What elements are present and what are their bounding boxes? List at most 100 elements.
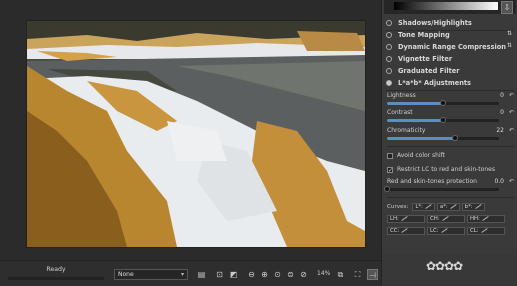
curve-line-icon xyxy=(441,216,449,221)
checkbox-box[interactable] xyxy=(387,152,393,159)
checkbox-label: Avoid color shift xyxy=(397,152,445,159)
curve-ch-button[interactable]: CH: xyxy=(427,214,465,223)
curve-l-button[interactable]: L*: xyxy=(412,202,435,211)
lightness-value[interactable]: 0 xyxy=(500,92,504,99)
panel-footer: ✿✿✿✿ xyxy=(382,254,517,285)
tool-shadows-highlights[interactable]: Shadows/Highlights xyxy=(386,17,514,29)
tool-vignette-filter[interactable]: Vignette Filter xyxy=(386,53,514,65)
checkbox-box[interactable]: ✓ xyxy=(387,166,393,173)
curve-label: CH: xyxy=(430,215,440,222)
lightness-label: Lightness xyxy=(387,92,416,99)
tool-label: Dynamic Range Compression xyxy=(398,43,506,51)
reset-icon[interactable]: ↶ xyxy=(509,109,514,116)
bottom-toolbar: Ready None ▾ ▤ ⊡ ◩ ⊖ ⊕ ⊙ ⊜ ⊘ 14% ⧉ ⛶ ⊣ xyxy=(0,260,381,286)
curve-line-icon xyxy=(474,204,482,209)
curve-label: LC: xyxy=(430,227,439,234)
divider xyxy=(386,197,514,198)
curve-line-icon xyxy=(482,216,489,221)
zoom-fit-icon[interactable]: ⊙ xyxy=(272,269,283,280)
divider xyxy=(386,90,514,91)
tool-label: Tone Mapping xyxy=(398,31,450,39)
status-area: Ready xyxy=(8,266,104,280)
avoid-color-shift-checkbox[interactable]: Avoid color shift xyxy=(387,152,445,159)
tool-enable-icon[interactable] xyxy=(386,80,392,86)
red-skin-protection-label: Red and skin-tones protection xyxy=(387,178,477,185)
before-after-icon[interactable]: ▤ xyxy=(196,269,207,280)
divider xyxy=(386,146,514,147)
curve-line-icon xyxy=(401,228,409,233)
slider-knob[interactable] xyxy=(384,186,390,192)
curve-line-icon xyxy=(440,228,448,233)
zoom-in-icon[interactable]: ⊕ xyxy=(259,269,270,280)
restrict-lc-checkbox[interactable]: ✓ Restrict LC to red and skin-tones xyxy=(387,166,495,173)
slider-knob[interactable] xyxy=(440,100,446,106)
reset-icon[interactable]: ↶ xyxy=(509,127,514,134)
chromaticity-label: Chromaticity xyxy=(387,127,426,134)
curves-row-2: LH: CH: HH: xyxy=(387,214,513,223)
curve-line-icon xyxy=(450,204,457,209)
tool-label: L*a*b* Adjustments xyxy=(398,79,471,87)
curve-lc-button[interactable]: LC: xyxy=(427,226,465,235)
fullscreen-icon[interactable]: ⛶ xyxy=(352,269,363,280)
curve-hh-button[interactable]: HH: xyxy=(467,214,505,223)
reset-icon[interactable]: ↶ xyxy=(509,178,514,185)
photo-preview[interactable] xyxy=(27,21,365,247)
zoom-out-icon[interactable]: ⊖ xyxy=(246,269,257,280)
right-tool-panel: ⇩ Shadows/Highlights Tone Mapping ⇅ Dynam… xyxy=(381,0,517,285)
curve-label: a*: xyxy=(439,203,448,210)
chromaticity-value[interactable]: 22 xyxy=(496,127,504,134)
auto-icon[interactable]: ⇅ xyxy=(507,42,512,49)
red-skin-protection-value[interactable]: 0.0 xyxy=(494,178,504,185)
contrast-label: Contrast xyxy=(387,109,413,116)
curve-label: HH: xyxy=(470,215,480,222)
red-skin-protection-slider[interactable] xyxy=(384,186,499,192)
curve-label: LH: xyxy=(390,215,399,222)
tool-enable-icon[interactable] xyxy=(386,44,392,50)
histogram-bar: ⇩ xyxy=(384,0,516,14)
zoom-level: 14% xyxy=(317,270,331,277)
tool-enable-icon[interactable] xyxy=(386,68,392,74)
reset-icon[interactable]: ↶ xyxy=(509,92,514,99)
curve-label: L*: xyxy=(415,203,423,210)
slider-knob[interactable] xyxy=(440,117,446,123)
histogram-menu-icon[interactable]: ⇩ xyxy=(501,1,513,14)
zoom-100-icon[interactable]: ⊜ xyxy=(285,269,296,280)
image-preview-area xyxy=(0,0,381,260)
profile-value: None xyxy=(118,271,134,278)
crop-icon[interactable]: ⊡ xyxy=(214,269,225,280)
output-profile-select[interactable]: None ▾ xyxy=(114,269,188,280)
contrast-slider[interactable] xyxy=(387,117,499,123)
lightness-slider[interactable] xyxy=(387,100,499,106)
color-picker-icon[interactable]: ◩ xyxy=(228,269,239,280)
curve-lh-button[interactable]: LH: xyxy=(387,214,425,223)
auto-icon[interactable]: ⇅ xyxy=(507,30,512,37)
toggle-panel-icon[interactable]: ⊣ xyxy=(367,269,378,280)
tool-lab-adjustments[interactable]: L*a*b* Adjustments xyxy=(386,77,514,89)
tool-enable-icon[interactable] xyxy=(386,56,392,62)
histogram-gradient xyxy=(394,2,498,10)
slider-knob[interactable] xyxy=(452,135,459,141)
tool-label: Vignette Filter xyxy=(398,55,453,63)
curve-a-button[interactable]: a*: xyxy=(436,202,460,211)
tool-enable-icon[interactable] xyxy=(386,32,392,38)
curve-cl-button[interactable]: CL: xyxy=(467,226,505,235)
curve-b-button[interactable]: b*: xyxy=(461,202,485,211)
curve-line-icon xyxy=(425,204,432,209)
tool-enable-icon[interactable] xyxy=(386,20,392,26)
zoom-fill-icon[interactable]: ⊘ xyxy=(298,269,309,280)
curve-label: b*: xyxy=(464,203,473,210)
app-logo: ✿✿✿✿ xyxy=(426,259,463,273)
tool-graduated-filter[interactable]: Graduated Filter xyxy=(386,65,514,77)
checkbox-label: Restrict LC to red and skin-tones xyxy=(397,166,495,173)
curves-label: Curves: xyxy=(387,203,409,210)
curve-label: CL: xyxy=(470,227,479,234)
contrast-value[interactable]: 0 xyxy=(500,109,504,116)
curve-cc-button[interactable]: CC: xyxy=(387,226,425,235)
chevron-down-icon: ▾ xyxy=(180,271,184,278)
tool-label: Graduated Filter xyxy=(398,67,460,75)
tool-tone-mapping[interactable]: Tone Mapping ⇅ xyxy=(386,29,514,41)
new-window-icon[interactable]: ⧉ xyxy=(335,269,346,280)
chromaticity-slider[interactable] xyxy=(387,135,499,141)
curve-line-icon xyxy=(480,228,488,233)
tool-dynamic-range-compression[interactable]: Dynamic Range Compression ⇅ xyxy=(386,41,514,53)
